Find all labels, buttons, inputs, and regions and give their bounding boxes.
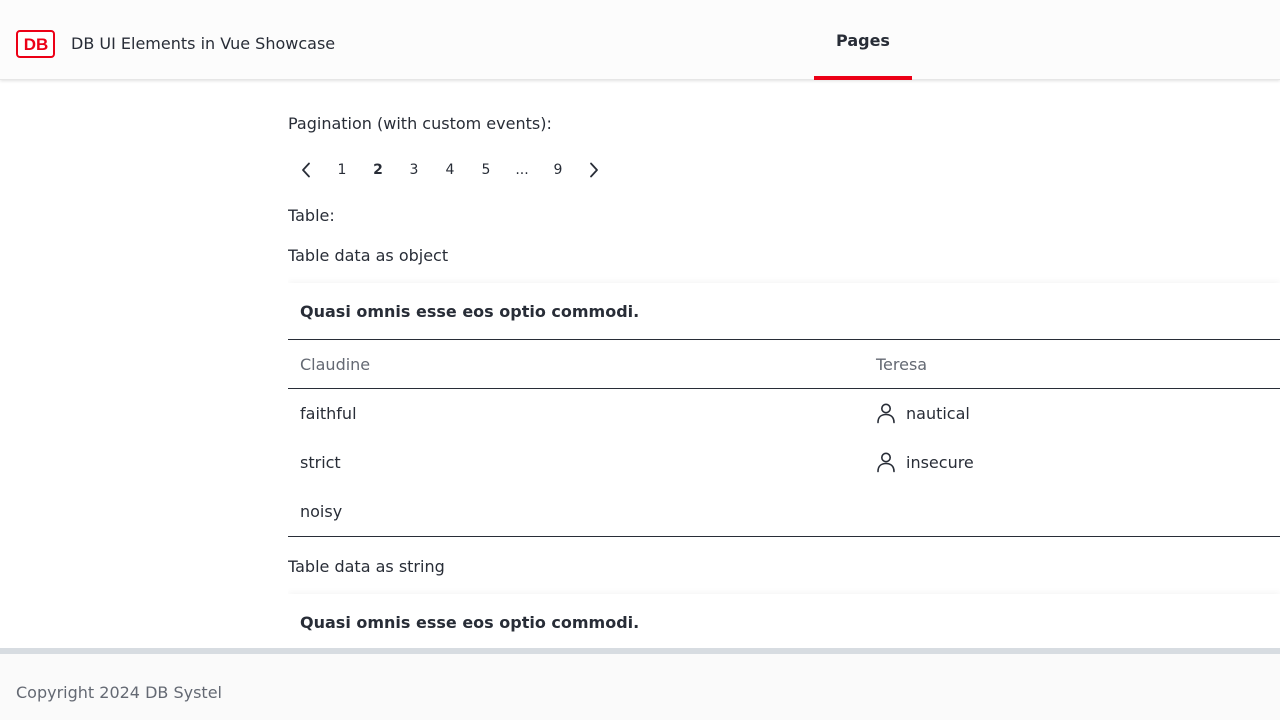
column-header-claudine: Claudine (300, 355, 371, 374)
pagination-next-button[interactable] (576, 152, 612, 188)
pagination-page-4[interactable]: 4 (432, 152, 468, 188)
pagination-page-3[interactable]: 3 (396, 152, 432, 188)
column-header-teresa: Teresa (876, 355, 928, 374)
table-cell-with-icon: insecure (876, 451, 974, 473)
pagination-page-2-current[interactable]: 2 (360, 152, 396, 188)
table-string: Quasi omnis esse eos optio commodi. (288, 594, 1280, 648)
pagination-page-9[interactable]: 9 (540, 152, 576, 188)
table-cell-with-icon: nautical (876, 402, 970, 424)
table-body: faithful nautical strict insecure noisy (288, 389, 1280, 537)
table-string-label: Table data as string (288, 557, 445, 576)
table-cell-text: nautical (906, 403, 970, 423)
table-cell: faithful (300, 404, 357, 423)
table-cell: strict (300, 453, 341, 472)
nav-item-pages[interactable]: Pages (814, 0, 912, 80)
pagination-ellipsis: ... (515, 162, 529, 178)
table-row: faithful nautical (288, 389, 1280, 438)
person-icon (877, 452, 895, 473)
pagination-page-5[interactable]: 5 (468, 152, 504, 188)
app-header: DB DB UI Elements in Vue Showcase Pages (0, 0, 1280, 80)
table-row: strict insecure (288, 438, 1280, 487)
app-title: DB UI Elements in Vue Showcase (71, 34, 336, 53)
pagination-prev-button[interactable] (288, 152, 324, 188)
svg-text:DB: DB (23, 35, 48, 53)
table-row: noisy (288, 487, 1280, 536)
table-object: Quasi omnis esse eos optio commodi. Clau… (288, 283, 1280, 537)
table-caption: Quasi omnis esse eos optio commodi. (288, 283, 1280, 339)
table-object-label: Table data as object (288, 246, 449, 265)
table-cell-text: insecure (906, 452, 974, 472)
table-header-row: Claudine Teresa (288, 339, 1280, 389)
pagination-label: Pagination (with custom events): (288, 114, 552, 133)
pagination-page-1[interactable]: 1 (324, 152, 360, 188)
copyright-text: Copyright 2024 DB Systel (16, 683, 222, 702)
table-section-label: Table: (288, 206, 335, 225)
app-footer: Copyright 2024 DB Systel (0, 648, 1280, 720)
chevron-right-icon (590, 162, 598, 178)
person-icon (877, 403, 895, 424)
table-cell: noisy (300, 502, 343, 521)
table-caption: Quasi omnis esse eos optio commodi. (288, 594, 1280, 648)
main-content: Pagination (with custom events): 1 2 3 4… (288, 80, 1280, 648)
db-logo[interactable]: DB (16, 30, 55, 58)
pagination: 1 2 3 4 5 ... 9 (288, 152, 612, 188)
chevron-left-icon (302, 162, 310, 178)
